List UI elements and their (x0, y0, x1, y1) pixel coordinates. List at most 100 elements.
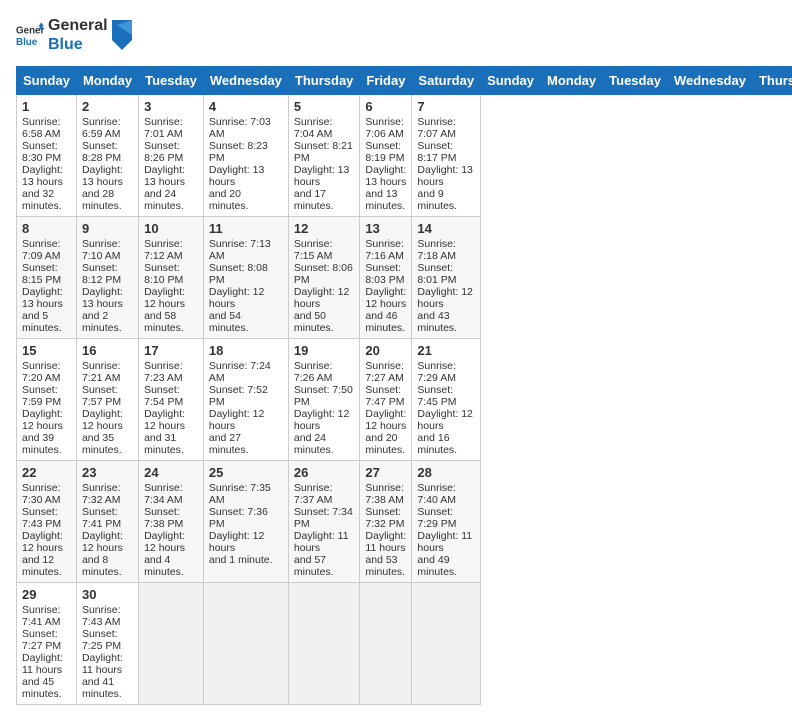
day-info: Daylight: 13 hours (22, 286, 71, 310)
svg-text:Blue: Blue (16, 37, 38, 48)
day-info: Sunrise: 7:20 AM (22, 360, 71, 384)
day-info: and 24 minutes. (294, 432, 355, 456)
day-info: and 53 minutes. (365, 554, 406, 578)
day-number: 22 (22, 465, 71, 480)
logo-arrow-icon (112, 20, 132, 50)
header-friday: Friday (360, 67, 412, 95)
day-info: Sunrise: 7:13 AM (209, 238, 283, 262)
calendar-cell: 26Sunrise: 7:37 AMSunset: 7:34 PMDayligh… (288, 461, 360, 583)
calendar-cell: 30Sunrise: 7:43 AMSunset: 7:25 PMDayligh… (76, 583, 138, 705)
day-info: and 5 minutes. (22, 310, 71, 334)
day-info: Daylight: 12 hours (144, 530, 198, 554)
day-info: Sunset: 8:10 PM (144, 262, 198, 286)
day-info: Sunrise: 7:35 AM (209, 482, 283, 506)
day-info: Daylight: 12 hours (22, 530, 71, 554)
day-info: Sunrise: 7:10 AM (82, 238, 133, 262)
day-info: Daylight: 12 hours (294, 408, 355, 432)
day-info: Sunrise: 6:59 AM (82, 116, 133, 140)
day-info: Daylight: 12 hours (294, 286, 355, 310)
day-info: Sunrise: 7:41 AM (22, 604, 71, 628)
calendar-week-2: 8Sunrise: 7:09 AMSunset: 8:15 PMDaylight… (17, 217, 792, 339)
logo-blue: Blue (48, 35, 108, 54)
day-info: and 9 minutes. (417, 188, 475, 212)
calendar-cell: 28Sunrise: 7:40 AMSunset: 7:29 PMDayligh… (412, 461, 481, 583)
day-info: Daylight: 12 hours (209, 530, 283, 554)
day-number: 23 (82, 465, 133, 480)
day-info: Sunrise: 7:26 AM (294, 360, 355, 384)
day-number: 26 (294, 465, 355, 480)
day-info: Daylight: 12 hours (365, 408, 406, 432)
calendar-cell: 6Sunrise: 7:06 AMSunset: 8:19 PMDaylight… (360, 95, 412, 217)
day-info: Daylight: 13 hours (144, 164, 198, 188)
calendar-cell (360, 583, 412, 705)
day-number: 30 (82, 587, 133, 602)
day-info: Sunrise: 7:06 AM (365, 116, 406, 140)
day-info: and 2 minutes. (82, 310, 133, 334)
day-info: and 20 minutes. (365, 432, 406, 456)
calendar-cell: 27Sunrise: 7:38 AMSunset: 7:32 PMDayligh… (360, 461, 412, 583)
day-number: 10 (144, 221, 198, 236)
day-info: Sunrise: 7:38 AM (365, 482, 406, 506)
day-info: Sunrise: 7:27 AM (365, 360, 406, 384)
day-info: and 31 minutes. (144, 432, 198, 456)
day-info: and 12 minutes. (22, 554, 71, 578)
day-info: Sunset: 8:30 PM (22, 140, 71, 164)
day-info: Sunrise: 7:43 AM (82, 604, 133, 628)
day-info: Sunrise: 7:40 AM (417, 482, 475, 506)
day-info: Sunrise: 7:16 AM (365, 238, 406, 262)
calendar-cell: 2Sunrise: 6:59 AMSunset: 8:28 PMDaylight… (76, 95, 138, 217)
day-info: Daylight: 12 hours (417, 286, 475, 310)
header: General Blue General Blue (16, 16, 776, 54)
day-info: Sunset: 7:52 PM (209, 384, 283, 408)
calendar-cell: 11Sunrise: 7:13 AMSunset: 8:08 PMDayligh… (203, 217, 288, 339)
day-info: Sunset: 8:03 PM (365, 262, 406, 286)
day-info: Sunrise: 7:15 AM (294, 238, 355, 262)
logo-general: General (48, 16, 108, 35)
logo-icon: General Blue (16, 21, 44, 49)
day-info: and 35 minutes. (82, 432, 133, 456)
day-info: Sunset: 7:57 PM (82, 384, 133, 408)
day-number: 1 (22, 99, 71, 114)
day-number: 3 (144, 99, 198, 114)
calendar-cell: 1 Sunrise: 6:58 AMSunset: 8:30 PMDaylight… (17, 95, 77, 217)
day-info: Daylight: 12 hours (82, 408, 133, 432)
calendar-cell: 29Sunrise: 7:41 AMSunset: 7:27 PMDayligh… (17, 583, 77, 705)
day-number: 13 (365, 221, 406, 236)
calendar-cell (412, 583, 481, 705)
day-info: Sunset: 7:27 PM (22, 628, 71, 652)
day-info: Sunset: 7:50 PM (294, 384, 355, 408)
calendar-cell: 19Sunrise: 7:26 AMSunset: 7:50 PMDayligh… (288, 339, 360, 461)
calendar-cell: 24Sunrise: 7:34 AMSunset: 7:38 PMDayligh… (139, 461, 204, 583)
day-info: and 45 minutes. (22, 676, 71, 700)
day-info: Daylight: 11 hours (294, 530, 355, 554)
day-number: 8 (22, 221, 71, 236)
day-info: and 13 minutes. (365, 188, 406, 212)
day-info: Sunrise: 6:58 AM (22, 116, 71, 140)
calendar-header-row: SundayMondayTuesdayWednesdayThursdayFrid… (17, 67, 792, 95)
day-info: Sunset: 7:34 PM (294, 506, 355, 530)
day-info: Daylight: 13 hours (22, 164, 71, 188)
day-info: Sunrise: 7:18 AM (417, 238, 475, 262)
day-info: Sunset: 8:06 PM (294, 262, 355, 286)
header-thursday: Thursday (288, 67, 360, 95)
day-info: Sunrise: 7:23 AM (144, 360, 198, 384)
calendar-cell: 23Sunrise: 7:32 AMSunset: 7:41 PMDayligh… (76, 461, 138, 583)
calendar-cell: 14Sunrise: 7:18 AMSunset: 8:01 PMDayligh… (412, 217, 481, 339)
calendar-week-3: 15Sunrise: 7:20 AMSunset: 7:59 PMDayligh… (17, 339, 792, 461)
calendar-cell: 18Sunrise: 7:24 AMSunset: 7:52 PMDayligh… (203, 339, 288, 461)
day-number: 20 (365, 343, 406, 358)
calendar-cell: 22Sunrise: 7:30 AMSunset: 7:43 PMDayligh… (17, 461, 77, 583)
day-info: Sunrise: 7:07 AM (417, 116, 475, 140)
day-info: Daylight: 12 hours (417, 408, 475, 432)
calendar-cell (288, 583, 360, 705)
day-info: and 58 minutes. (144, 310, 198, 334)
day-info: Sunset: 7:36 PM (209, 506, 283, 530)
day-number: 18 (209, 343, 283, 358)
day-info: Sunrise: 7:21 AM (82, 360, 133, 384)
day-info: Daylight: 12 hours (22, 408, 71, 432)
calendar-cell: 13Sunrise: 7:16 AMSunset: 8:03 PMDayligh… (360, 217, 412, 339)
day-info: and 28 minutes. (82, 188, 133, 212)
calendar-cell: 21Sunrise: 7:29 AMSunset: 7:45 PMDayligh… (412, 339, 481, 461)
header-wednesday: Wednesday (667, 67, 752, 95)
day-info: Sunset: 8:28 PM (82, 140, 133, 164)
